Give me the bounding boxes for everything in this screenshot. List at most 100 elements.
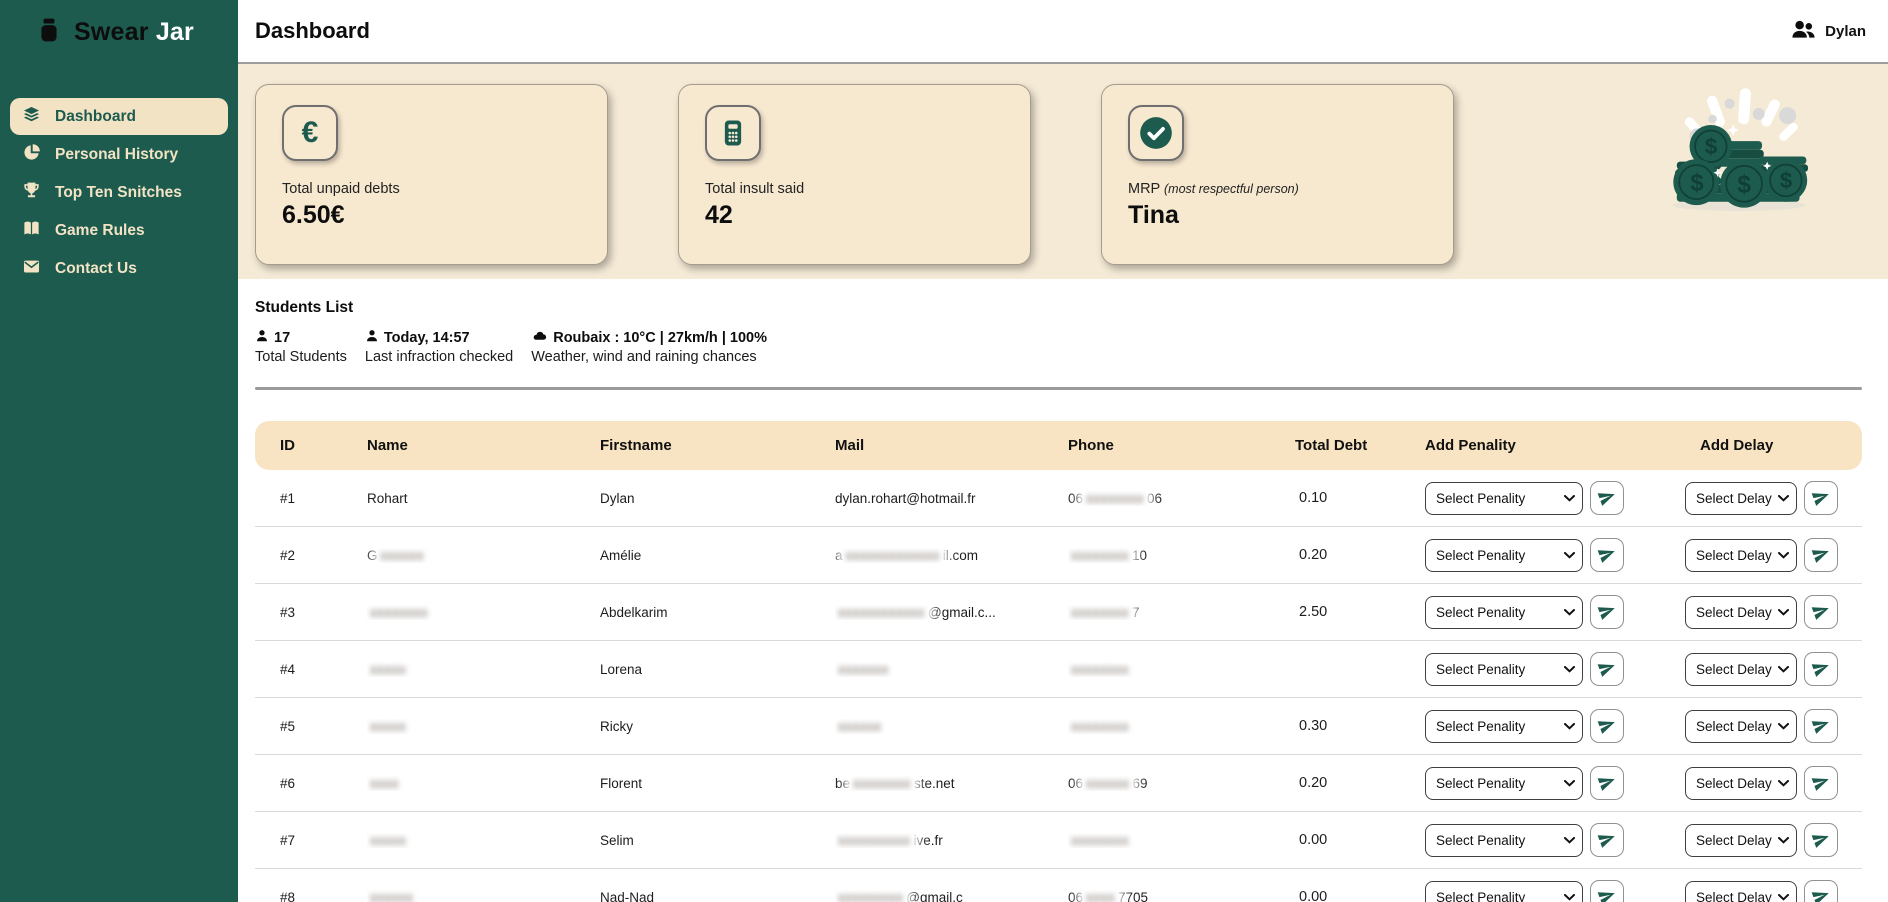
delay-select[interactable]: Select Delay <box>1685 596 1797 629</box>
delay-select[interactable]: Select Delay <box>1685 710 1797 743</box>
student-total-debt: 0.20 <box>1295 775 1425 791</box>
student-firstname: Nad-Nad <box>600 890 835 902</box>
user-menu[interactable]: Dylan <box>1790 17 1866 45</box>
student-total-debt: 0.00 <box>1295 889 1425 902</box>
paper-plane-icon <box>1812 773 1830 794</box>
paper-plane-icon <box>1598 887 1616 902</box>
send-penalty-button[interactable] <box>1590 652 1624 686</box>
student-name: xxxxx <box>367 719 600 734</box>
student-phone: 06xxxxxx69 <box>1068 776 1295 791</box>
card-label: Total unpaid debts <box>282 181 581 197</box>
student-mail: axxxxxxxxxxxxxil.com <box>835 548 1068 563</box>
send-delay-button[interactable] <box>1804 823 1838 857</box>
card-total-insults: Total insult said 42 <box>678 84 1031 265</box>
euro-icon: € <box>282 105 338 161</box>
svg-text:$: $ <box>1737 171 1751 198</box>
student-name: xxxxx <box>367 662 600 677</box>
sidebar-item-personal-history[interactable]: Personal History <box>10 136 228 173</box>
penalty-cell: Select Penality <box>1425 880 1685 902</box>
penalty-cell: Select Penality <box>1425 538 1685 572</box>
delay-select[interactable]: Select Delay <box>1685 881 1797 902</box>
penalty-select[interactable]: Select Penality <box>1425 482 1583 515</box>
send-penalty-button[interactable] <box>1590 709 1624 743</box>
student-firstname: Selim <box>600 833 835 848</box>
paper-plane-icon <box>1812 830 1830 851</box>
paper-plane-icon <box>1598 602 1616 623</box>
student-name: Rohart <box>367 491 600 506</box>
send-delay-button[interactable] <box>1804 481 1838 515</box>
student-total-debt: 2.50 <box>1295 604 1425 620</box>
column-header-add-penality: Add Penality <box>1425 437 1685 454</box>
send-penalty-button[interactable] <box>1590 595 1624 629</box>
delay-select[interactable]: Select Delay <box>1685 653 1797 686</box>
check-circle-icon <box>1128 105 1184 161</box>
delay-select[interactable]: Select Delay <box>1685 482 1797 515</box>
sidebar-item-top-ten-snitches[interactable]: Top Ten Snitches <box>10 174 228 211</box>
student-name: xxxx <box>367 776 600 791</box>
delay-select[interactable]: Select Delay <box>1685 539 1797 572</box>
send-delay-button[interactable] <box>1804 709 1838 743</box>
send-penalty-button[interactable] <box>1590 538 1624 572</box>
cloud-icon <box>531 329 548 347</box>
send-delay-button[interactable] <box>1804 595 1838 629</box>
students-section: Students List 17 Total Students Today, 1… <box>238 279 1888 902</box>
student-total-debt: 0.30 <box>1295 718 1425 734</box>
table-row: #5 xxxxx Ricky xxxxxx xxxxxxxx 0.30 Sele… <box>255 698 1862 755</box>
penalty-select[interactable]: Select Penality <box>1425 824 1583 857</box>
send-penalty-button[interactable] <box>1590 880 1624 902</box>
sidebar-item-dashboard[interactable]: Dashboard <box>10 98 228 135</box>
penalty-select[interactable]: Select Penality <box>1425 710 1583 743</box>
sidebar-item-label: Personal History <box>55 146 178 164</box>
card-total-unpaid-debts: € Total unpaid debts 6.50€ <box>255 84 608 265</box>
student-id: #2 <box>255 548 367 563</box>
main-area: Dashboard Dylan € Total unpaid debts 6.5… <box>238 0 1888 902</box>
table-row: #1 Rohart Dylan dylan.rohart@hotmail.fr … <box>255 470 1862 527</box>
send-delay-button[interactable] <box>1804 652 1838 686</box>
delay-select[interactable]: Select Delay <box>1685 767 1797 800</box>
send-penalty-button[interactable] <box>1590 481 1624 515</box>
calculator-icon <box>705 105 761 161</box>
student-firstname: Amélie <box>600 548 835 563</box>
sidebar-item-game-rules[interactable]: Game Rules <box>10 212 228 249</box>
table-row: #4 xxxxx Lorena xxxxxxx xxxxxxxx Select … <box>255 641 1862 698</box>
users-icon <box>1790 17 1817 45</box>
penalty-select[interactable]: Select Penality <box>1425 881 1583 902</box>
student-id: #4 <box>255 662 367 677</box>
student-total-debt: 0.00 <box>1295 832 1425 848</box>
svg-text:$: $ <box>1705 134 1718 159</box>
penalty-select[interactable]: Select Penality <box>1425 653 1583 686</box>
send-penalty-button[interactable] <box>1590 823 1624 857</box>
student-name: xxxxxx <box>367 890 600 902</box>
sidebar-item-contact-us[interactable]: Contact Us <box>10 250 228 287</box>
delay-select[interactable]: Select Delay <box>1685 824 1797 857</box>
send-delay-button[interactable] <box>1804 766 1838 800</box>
paper-plane-icon <box>1812 887 1830 902</box>
table-header: ID Name Firstname Mail Phone Total Debt … <box>255 421 1862 470</box>
penalty-cell: Select Penality <box>1425 595 1685 629</box>
layers-icon <box>22 105 41 129</box>
section-divider <box>255 387 1862 390</box>
delay-cell: Select Delay <box>1685 481 1862 515</box>
sidebar-nav: Dashboard Personal History Top Ten Snitc… <box>0 98 238 287</box>
person-icon <box>365 329 379 347</box>
user-name: Dylan <box>1825 23 1866 40</box>
student-phone: xxxxxxxx7 <box>1068 605 1295 620</box>
paper-plane-icon <box>1598 773 1616 794</box>
paper-plane-icon <box>1598 545 1616 566</box>
stat-cards-row: € Total unpaid debts 6.50€ Total insult … <box>238 64 1888 279</box>
penalty-select[interactable]: Select Penality <box>1425 767 1583 800</box>
send-penalty-button[interactable] <box>1590 766 1624 800</box>
delay-cell: Select Delay <box>1685 538 1862 572</box>
penalty-select[interactable]: Select Penality <box>1425 596 1583 629</box>
card-label: MRP (most respectful person) <box>1128 181 1427 197</box>
student-firstname: Abdelkarim <box>600 605 835 620</box>
student-phone: xxxxxxxx <box>1068 833 1295 848</box>
student-phone: 06xxxx7705 <box>1068 890 1295 902</box>
penalty-select[interactable]: Select Penality <box>1425 539 1583 572</box>
paper-plane-icon <box>1812 716 1830 737</box>
table-row: #2 Gxxxxxx Amélie axxxxxxxxxxxxxil.com x… <box>255 527 1862 584</box>
send-delay-button[interactable] <box>1804 538 1838 572</box>
send-delay-button[interactable] <box>1804 880 1838 902</box>
student-total-debt: 0.20 <box>1295 547 1425 563</box>
column-header-name: Name <box>367 437 600 454</box>
